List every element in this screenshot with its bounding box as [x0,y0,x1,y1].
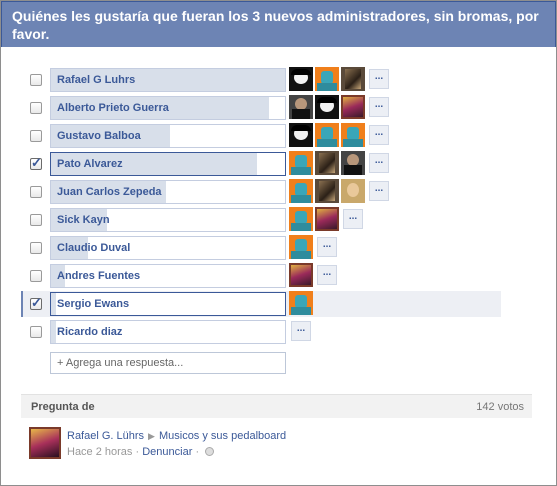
option-checkbox[interactable] [30,130,42,142]
voter-avatars: ... [289,179,389,205]
arrow-right-icon: ▶ [148,431,155,441]
option-result-bar[interactable]: Ricardo diaz [50,320,286,344]
option-result-bar[interactable]: Rafael G Luhrs [50,68,286,92]
meta-separator-2: · [195,446,200,458]
option-label: Gustavo Balboa [57,130,141,142]
option-result-bar[interactable]: Claudio Duval [50,236,286,260]
voter-avatars: ... [289,235,337,261]
voter-avatars [289,291,313,317]
poll-option-row[interactable]: Juan Carlos Zepeda... [1,179,541,205]
author-name-link[interactable]: Rafael G. Lührs [67,430,144,442]
voter-avatars: ... [289,151,389,177]
more-voters-button[interactable]: ... [291,321,311,341]
pregunta-label: Pregunta de [31,401,95,413]
option-checkbox[interactable] [30,102,42,114]
option-label: Pato Alvarez [57,158,123,170]
post-meta: Hace 2 horas · Denunciar · [67,446,215,458]
poll-option-row[interactable]: Pato Alvarez... [1,151,541,177]
option-checkbox[interactable] [30,186,42,198]
option-result-bar[interactable]: Andres Fuentes [50,264,286,288]
option-checkbox[interactable] [30,242,42,254]
more-voters-button[interactable]: ... [369,97,389,117]
report-link[interactable]: Denunciar [142,446,192,458]
voter-avatar[interactable] [289,95,313,119]
option-label: Alberto Prieto Guerra [57,102,169,114]
voter-avatar[interactable] [315,67,339,91]
voter-avatar[interactable] [289,67,313,91]
option-result-bar[interactable]: Pato Alvarez [50,152,286,176]
poll-footer: Pregunta de 142 votos [21,394,532,418]
voter-avatar[interactable] [289,207,313,231]
poll-option-row[interactable]: Rafael G Luhrs... [1,67,541,93]
voter-avatars: ... [289,67,389,93]
poll-content: Rafael G Luhrs... Alberto Prieto Guerra..… [1,47,556,485]
voter-avatars: ... [289,207,363,233]
meta-separator: · [135,446,140,458]
more-voters-button[interactable]: ... [343,209,363,229]
voter-avatar[interactable] [289,235,313,259]
voter-avatar[interactable] [315,179,339,203]
voter-avatar[interactable] [341,95,365,119]
option-result-bar[interactable]: Alberto Prieto Guerra [50,96,286,120]
voter-avatar[interactable] [341,179,365,203]
more-voters-button[interactable]: ... [369,125,389,145]
option-result-bar[interactable]: Juan Carlos Zepeda [50,180,286,204]
more-voters-button[interactable]: ... [369,69,389,89]
poll-option-row[interactable]: Claudio Duval... [1,235,541,261]
option-checkbox[interactable] [30,295,42,311]
voter-avatar[interactable] [341,67,365,91]
option-label: Claudio Duval [57,242,131,254]
result-bar-fill [51,321,56,343]
voter-avatars: ... [289,95,389,121]
poll-dialog: Quiénes les gustaría que fueran los 3 nu… [0,0,557,486]
vote-count: 142 votos [476,401,524,413]
voter-avatar[interactable] [315,151,339,175]
more-voters-button[interactable]: ... [369,181,389,201]
voter-avatar[interactable] [341,151,365,175]
voter-avatars: ... [289,123,389,149]
author-avatar[interactable] [29,427,61,459]
result-bar-fill [51,293,56,315]
option-result-bar[interactable]: Gustavo Balboa [50,124,286,148]
more-voters-button[interactable]: ... [369,153,389,173]
option-label: Sick Kayn [57,214,110,226]
option-checkbox[interactable] [30,155,42,171]
voter-avatar[interactable] [341,123,365,147]
voter-avatars: ... [289,319,311,345]
timestamp[interactable]: Hace 2 horas [67,446,132,458]
option-checkbox[interactable] [30,214,42,226]
option-result-bar[interactable]: Sick Kayn [50,208,286,232]
poll-option-row[interactable]: Sick Kayn... [1,207,541,233]
voter-avatar[interactable] [289,151,313,175]
option-label: Andres Fuentes [57,270,141,282]
more-voters-button[interactable]: ... [317,265,337,285]
option-label: Rafael G Luhrs [57,74,136,86]
option-result-bar[interactable]: Sergio Ewans [50,292,286,316]
voter-avatar[interactable] [315,95,339,119]
option-label: Sergio Ewans [57,298,130,310]
group-link[interactable]: Musicos y sus pedalboard [159,430,286,442]
option-checkbox[interactable] [30,74,42,86]
add-answer-input[interactable]: + Agrega una respuesta... [50,352,286,374]
voter-avatar[interactable] [289,291,313,315]
poll-option-row[interactable]: Gustavo Balboa... [1,123,541,149]
author-line: Rafael G. Lührs ▶ Musicos y sus pedalboard [67,430,286,442]
voter-avatar[interactable] [289,263,313,287]
poll-option-row[interactable]: Ricardo diaz... [1,319,541,345]
poll-option-row[interactable]: Andres Fuentes... [1,263,541,289]
voter-avatars: ... [289,263,337,289]
poll-option-row[interactable]: Sergio Ewans [1,291,541,317]
dialog-title: Quiénes les gustaría que fueran los 3 nu… [1,1,556,47]
option-checkbox[interactable] [30,270,42,282]
voter-avatar[interactable] [315,123,339,147]
more-voters-button[interactable]: ... [317,237,337,257]
option-checkbox[interactable] [30,326,42,338]
option-label: Juan Carlos Zepeda [57,186,162,198]
poll-option-row[interactable]: Alberto Prieto Guerra... [1,95,541,121]
option-label: Ricardo diaz [57,326,123,338]
voter-avatar[interactable] [289,179,313,203]
voter-avatar[interactable] [289,123,313,147]
voter-avatar[interactable] [315,207,339,231]
globe-icon [205,447,215,456]
